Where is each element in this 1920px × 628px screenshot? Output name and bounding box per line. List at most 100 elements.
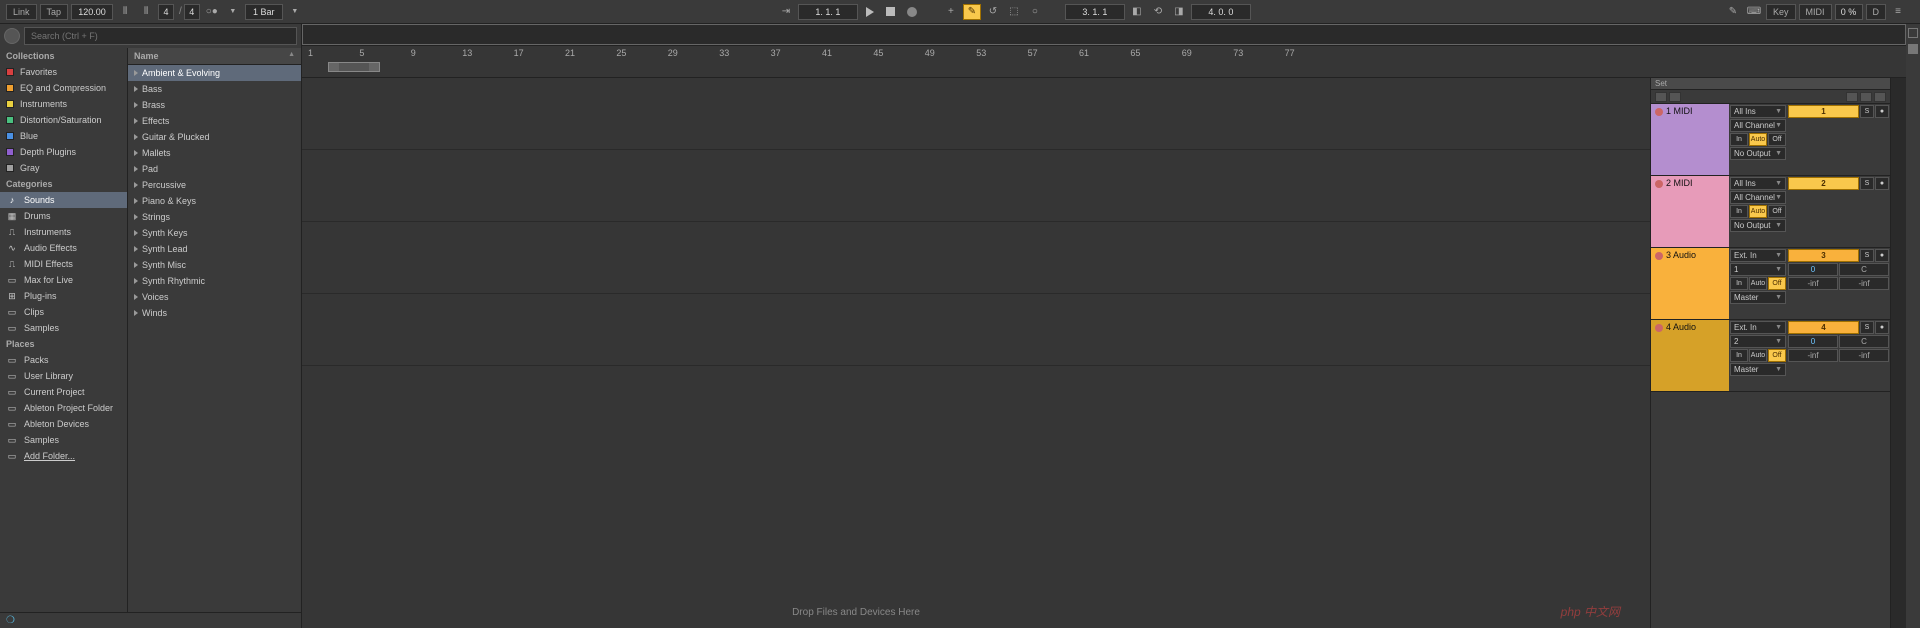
track-fold-icon[interactable] [1655,180,1663,188]
input-channel-select[interactable]: All Channel▼ [1730,119,1786,132]
pan-field[interactable]: 0 [1788,263,1838,276]
sound-folder[interactable]: Brass [128,97,301,113]
sound-folder[interactable]: Synth Misc [128,257,301,273]
track-fold-icon[interactable] [1655,324,1663,332]
draw-mode-icon[interactable]: ✎ [1724,4,1742,20]
stop-button[interactable] [882,4,900,20]
monitor-auto-button[interactable]: Auto [1749,205,1767,218]
sound-folder[interactable]: Mallets [128,145,301,161]
reenable-automation-icon[interactable]: ↺ [984,4,1002,20]
position-field[interactable]: 1. 1. 1 [798,4,858,20]
pan-field[interactable]: 0 [1788,335,1838,348]
set-tool-1[interactable] [1655,92,1667,102]
metronome-icon[interactable]: ○● [203,4,221,20]
input-type-select[interactable]: All Ins▼ [1730,105,1786,118]
send-field[interactable]: C [1839,263,1889,276]
monitor-off-button[interactable]: Off [1768,133,1786,146]
search-input[interactable] [24,27,297,45]
output-select[interactable]: Master▼ [1730,363,1786,376]
monitor-off-button[interactable]: Off [1768,277,1786,290]
quantize-dropdown-icon[interactable]: ▼ [286,4,304,20]
capture-icon[interactable]: ⬚ [1005,4,1023,20]
monitor-in-button[interactable]: In [1730,133,1748,146]
session-view-tab[interactable] [1908,28,1918,38]
place-item[interactable]: ▭Packs [0,352,127,368]
punch-out-icon[interactable]: ◨ [1170,4,1188,20]
monitor-auto-button[interactable]: Auto [1749,349,1767,362]
sound-folder[interactable]: Voices [128,289,301,305]
solo-button[interactable]: S [1860,249,1874,262]
output-select[interactable]: No Output▼ [1730,219,1786,232]
quantize-field[interactable]: 1 Bar [245,4,283,20]
ruler[interactable]: 1591317212529333741454953576165697377 [302,46,1906,78]
loop-brace[interactable] [328,62,380,72]
arrangement-view-tab[interactable] [1908,44,1918,54]
tap-button[interactable]: Tap [40,4,69,20]
key-map-button[interactable]: Key [1766,4,1796,20]
arm-button[interactable]: ● [1875,249,1889,262]
tempo-nudge-down-icon[interactable]: ⦀ [116,4,134,20]
midi-map-button[interactable]: MIDI [1799,4,1832,20]
sound-folder[interactable]: Synth Lead [128,241,301,257]
automation-arm-icon[interactable]: ✎ [963,4,981,20]
browser-hint-icon[interactable]: ❍ [0,612,301,628]
follow-icon[interactable]: ⇥ [777,4,795,20]
category-item[interactable]: ▭Clips [0,304,127,320]
solo-button[interactable]: S [1860,105,1874,118]
set-tool-4[interactable] [1860,92,1872,102]
category-item[interactable]: ▭Samples [0,320,127,336]
collection-item[interactable]: Favorites [0,64,127,80]
output-select[interactable]: No Output▼ [1730,147,1786,160]
sound-folder[interactable]: Winds [128,305,301,321]
sound-folder[interactable]: Pad [128,161,301,177]
category-item[interactable]: ∿Audio Effects [0,240,127,256]
solo-button[interactable]: S [1860,177,1874,190]
place-item[interactable]: ▭Current Project [0,384,127,400]
track-activator-button[interactable]: 3 [1788,249,1859,262]
loop-icon[interactable]: ⟲ [1149,4,1167,20]
sig-den[interactable]: 4 [184,4,200,20]
sound-folder[interactable]: Synth Rhythmic [128,273,301,289]
place-item[interactable]: ▭Samples [0,432,127,448]
track-fold-icon[interactable] [1655,108,1663,116]
computer-keyboard-icon[interactable]: ⌨ [1745,4,1763,20]
input-channel-select[interactable]: All Channel▼ [1730,191,1786,204]
disk-overload-button[interactable]: D [1866,4,1887,20]
overview-strip[interactable] [302,24,1906,46]
sound-folder[interactable]: Guitar & Plucked [128,129,301,145]
input-channel-select[interactable]: 1▼ [1730,263,1786,276]
track-activator-button[interactable]: 4 [1788,321,1859,334]
place-item[interactable]: ▭Ableton Project Folder [0,400,127,416]
track-title[interactable]: 4 Audio [1651,320,1729,391]
monitor-in-button[interactable]: In [1730,205,1748,218]
tempo-nudge-up-icon[interactable]: ⦀ [137,4,155,20]
track-activator-button[interactable]: 2 [1788,177,1859,190]
link-button[interactable]: Link [6,4,37,20]
collection-item[interactable]: Instruments [0,96,127,112]
sound-folder[interactable]: Piano & Keys [128,193,301,209]
collection-item[interactable]: Depth Plugins [0,144,127,160]
category-item[interactable]: ⊞Plug-ins [0,288,127,304]
monitor-auto-button[interactable]: Auto [1749,277,1767,290]
arm-button[interactable]: ● [1875,105,1889,118]
sound-folder[interactable]: Ambient & Evolving [128,65,301,81]
punch-in-icon[interactable]: ◧ [1128,4,1146,20]
arm-button[interactable]: ● [1875,177,1889,190]
collection-item[interactable]: Distortion/Saturation [0,112,127,128]
lock-icon[interactable] [1874,92,1886,102]
browser-collapse-icon[interactable] [4,28,20,44]
place-item[interactable]: ▭Ableton Devices [0,416,127,432]
category-item[interactable]: ▦Drums [0,208,127,224]
monitor-in-button[interactable]: In [1730,349,1748,362]
track-title[interactable]: 3 Audio [1651,248,1729,319]
sound-folder[interactable]: Percussive [128,177,301,193]
track-fold-icon[interactable] [1655,252,1663,260]
category-item[interactable]: ♪Sounds [0,192,127,208]
loop-start-field[interactable]: 3. 1. 1 [1065,4,1125,20]
solo-button[interactable]: S [1860,321,1874,334]
set-tool-2[interactable] [1669,92,1681,102]
input-channel-select[interactable]: 2▼ [1730,335,1786,348]
loop-length-field[interactable]: 4. 0. 0 [1191,4,1251,20]
output-select[interactable]: Master▼ [1730,291,1786,304]
dropdown-icon[interactable]: ▼ [224,4,242,20]
